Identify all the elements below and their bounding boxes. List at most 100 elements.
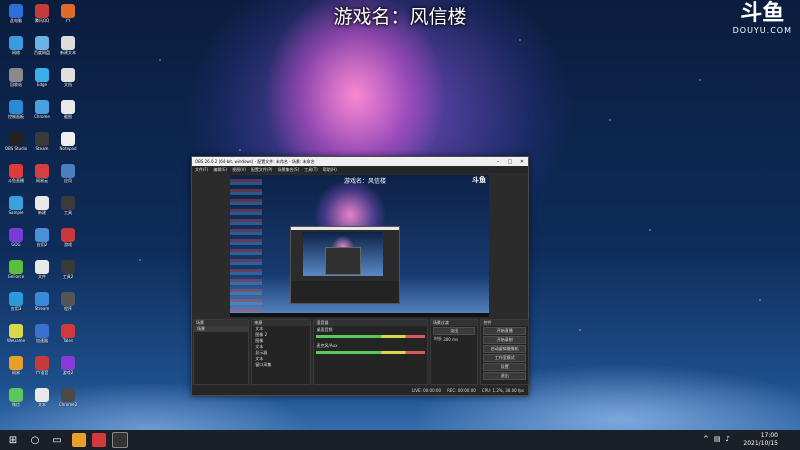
obs-taskbar-icon[interactable] bbox=[112, 432, 128, 448]
desktop-icon[interactable]: Steam bbox=[30, 132, 54, 156]
desktop-icon[interactable]: 回收站 bbox=[4, 68, 28, 92]
menu-view[interactable]: 视图(V) bbox=[232, 167, 246, 173]
desktop-icon[interactable]: 新建 bbox=[30, 196, 54, 220]
desktop-icon[interactable]: 腾讯QQ bbox=[30, 4, 54, 28]
start-streaming-button[interactable]: 开始直播 bbox=[483, 327, 526, 335]
desktop-icon[interactable]: 网易云 bbox=[30, 164, 54, 188]
douyu-app-icon[interactable] bbox=[92, 433, 106, 447]
app-icon bbox=[9, 4, 23, 18]
mixer-row-mic[interactable]: 麦克风/Aux bbox=[314, 342, 426, 358]
obs-preview[interactable]: 游戏名：风信楼 斗鱼 bbox=[230, 175, 489, 317]
desktop-icon[interactable]: 应用 bbox=[56, 164, 80, 188]
desktop-icon-label: 截图 bbox=[64, 114, 72, 119]
desktop-icon[interactable]: 斗鱼直播 bbox=[4, 164, 28, 188]
desktop-icon-label: 网易云 bbox=[36, 178, 48, 183]
preview-nested-obs bbox=[290, 226, 400, 304]
desktop-icon[interactable]: Chrome bbox=[30, 100, 54, 124]
menu-help[interactable]: 帮助(H) bbox=[323, 167, 337, 173]
desktop-icon[interactable]: 工具 bbox=[56, 196, 80, 220]
desktop-icon[interactable]: 程序 bbox=[56, 292, 80, 316]
file-explorer-icon[interactable] bbox=[72, 433, 86, 447]
desktop-icon-label: Sample bbox=[8, 210, 24, 215]
desktop-icon[interactable]: Sample bbox=[4, 196, 28, 220]
virtual-camera-button[interactable]: 启动虚拟摄像机 bbox=[483, 345, 526, 353]
mixer-row-desktop[interactable]: 桌面音频 bbox=[314, 326, 426, 342]
app-icon bbox=[35, 228, 49, 242]
desktop-icon[interactable]: 网易 bbox=[4, 356, 28, 380]
desktop-icon-label: 回收站 bbox=[10, 82, 22, 87]
desktop-icon[interactable]: 工具2 bbox=[56, 260, 80, 284]
desktop-icon[interactable]: 文本 bbox=[30, 388, 54, 412]
search-icon[interactable]: ○ bbox=[26, 432, 44, 448]
desktop-icon-label: 游戏 bbox=[64, 242, 72, 247]
transitions-dock: 场景过渡 淡出 时长 300 ms bbox=[429, 319, 479, 385]
desktop-icon[interactable]: 截图 bbox=[56, 100, 80, 124]
desktop-icon-label: GOG bbox=[11, 242, 21, 247]
desktop-icon[interactable]: GOG bbox=[4, 228, 28, 252]
obs-titlebar[interactable]: OBS 26.0.2 (64-bit, windows) - 配置文件: 未命名… bbox=[192, 157, 528, 166]
app-icon bbox=[61, 356, 75, 370]
maximize-icon[interactable]: □ bbox=[504, 159, 516, 165]
scene-item[interactable]: 场景 bbox=[194, 326, 249, 332]
desktop-icon[interactable]: YY bbox=[56, 4, 80, 28]
desktop-icon[interactable]: 游戏 bbox=[56, 228, 80, 252]
desktop-icon-label: YY bbox=[65, 18, 71, 23]
menu-scene-collection[interactable]: 场景集合(S) bbox=[277, 167, 299, 173]
source-item[interactable]: 窗口采集 bbox=[252, 362, 310, 368]
desktop-icon[interactable]: WeGame bbox=[4, 324, 28, 348]
menu-tools[interactable]: 工具(T) bbox=[304, 167, 318, 173]
studio-mode-button[interactable]: 工作室模式 bbox=[483, 354, 526, 362]
desktop-icon[interactable]: Stream bbox=[30, 292, 54, 316]
app-icon bbox=[9, 68, 23, 82]
desktop-icon[interactable]: 此电脑 bbox=[4, 4, 28, 28]
desktop-icon[interactable]: GeForce bbox=[4, 260, 28, 284]
start-recording-button[interactable]: 开始录制 bbox=[483, 336, 526, 344]
transition-duration[interactable]: 时长 300 ms bbox=[431, 336, 478, 342]
transition-select[interactable]: 淡出 bbox=[432, 327, 476, 335]
desktop-icon[interactable]: 文档 bbox=[56, 68, 80, 92]
desktop-icon[interactable]: 加速器 bbox=[30, 324, 54, 348]
app-icon bbox=[61, 324, 75, 338]
settings-button[interactable]: 设置 bbox=[483, 363, 526, 371]
app-icon bbox=[61, 4, 75, 18]
exit-button[interactable]: 退出 bbox=[483, 372, 526, 380]
taskbar-clock[interactable]: 17:00 2021/10/15 bbox=[743, 432, 778, 448]
menu-file[interactable]: 文件(F) bbox=[195, 167, 208, 173]
menu-edit[interactable]: 编辑(E) bbox=[213, 167, 227, 173]
app-icon bbox=[9, 164, 23, 178]
desktop-icon[interactable]: 新建文本 bbox=[56, 36, 80, 60]
desktop-icon-label: WeGame bbox=[6, 338, 26, 343]
desktop-icon[interactable]: Tales bbox=[56, 324, 80, 348]
desktop-icon[interactable]: 网络 bbox=[4, 36, 28, 60]
start-icon[interactable]: ⊞ bbox=[4, 432, 22, 448]
desktop-icon-label: 此电脑 bbox=[10, 18, 22, 23]
volume-icon[interactable]: ♪ bbox=[726, 435, 730, 443]
desktop-icon[interactable]: Chrome2 bbox=[56, 388, 80, 412]
desktop-icon[interactable]: 文件 bbox=[30, 260, 54, 284]
desktop-icon[interactable]: 应用3 bbox=[4, 292, 28, 316]
app-icon bbox=[61, 196, 75, 210]
desktop-icon[interactable]: Notepad bbox=[56, 132, 80, 156]
desktop-icon-grid: 此电脑 腾讯QQ YY 网络 百度网盘 新建文本 回收站 Edge 文档 控制面板 Chrome 截图… bbox=[0, 0, 100, 430]
controls-dock-header: 控件 bbox=[481, 320, 528, 326]
desktop-icon-label: 网易 bbox=[12, 370, 20, 375]
task-view-icon[interactable]: ▭ bbox=[48, 432, 66, 448]
network-icon[interactable]: ▤ bbox=[714, 435, 721, 443]
menu-profile[interactable]: 配置文件(P) bbox=[251, 167, 273, 173]
controls-dock: 控件 开始直播 开始录制 启动虚拟摄像机 工作室模式 设置 退出 bbox=[480, 319, 529, 385]
desktop-icon[interactable]: 控制面板 bbox=[4, 100, 28, 124]
obs-window[interactable]: OBS 26.0.2 (64-bit, windows) - 配置文件: 未命名… bbox=[191, 156, 529, 396]
minimize-icon[interactable]: – bbox=[492, 159, 504, 165]
app-icon bbox=[61, 228, 75, 242]
desktop-icon[interactable]: 微信 bbox=[4, 388, 28, 412]
desktop-icon[interactable]: 游戏2 bbox=[56, 356, 80, 380]
chevron-up-icon[interactable]: ^ bbox=[703, 435, 709, 443]
desktop-icon[interactable]: YY语音 bbox=[30, 356, 54, 380]
desktop-icon[interactable]: OBS Studio bbox=[4, 132, 28, 156]
douyu-logo: 斗鱼 DOUYU.COM bbox=[733, 2, 792, 36]
desktop-icon[interactable]: 百度网盘 bbox=[30, 36, 54, 60]
desktop-icon-label: 微信 bbox=[12, 402, 20, 407]
desktop-icon[interactable]: Edge bbox=[30, 68, 54, 92]
desktop-icon[interactable]: 应用2 bbox=[30, 228, 54, 252]
close-icon[interactable]: ✕ bbox=[516, 159, 528, 165]
